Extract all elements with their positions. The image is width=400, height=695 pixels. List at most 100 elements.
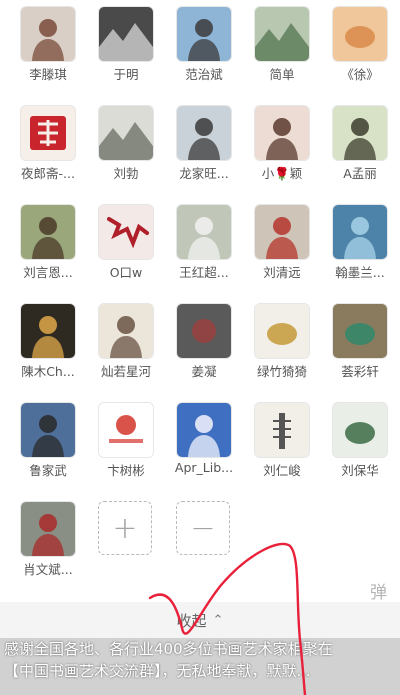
avatar[interactable] [98,105,154,161]
avatar[interactable] [254,204,310,260]
member-name: 陳木Ch... [21,364,75,379]
member-item[interactable]: 刘保华 [332,402,388,478]
remove-member-button-cell: − [176,501,232,557]
member-name: 刘保华 [341,463,379,478]
member-name: 小🌹颖 [261,166,303,181]
add-member-button[interactable]: + [98,501,152,555]
member-item[interactable]: Apr_Lib... [175,402,233,475]
minus-icon: − [190,510,216,546]
member-name: 绿竹猗猗 [256,364,307,379]
red-maple-leaves-icon [99,205,153,259]
avatar[interactable] [20,303,76,359]
member-item[interactable]: 翰墨兰... [332,204,388,280]
member-name: A孟丽 [343,166,377,181]
red-seal-calligraphy-icon [21,106,75,160]
avatar[interactable] [20,6,76,62]
avatar[interactable] [176,204,232,260]
member-item[interactable]: 姜凝 [176,303,232,379]
member-name: 鲁家武 [29,463,67,478]
avatar[interactable] [332,6,388,62]
member-name: 刘仁峻 [263,463,301,478]
member-item[interactable]: 于明 [98,6,154,82]
member-item[interactable]: 简单 [254,6,310,82]
member-item[interactable]: 刘勃 [98,105,154,181]
avatar[interactable] [254,303,310,359]
remove-member-button[interactable]: − [176,501,230,555]
avatar[interactable] [332,105,388,161]
member-name: O口w [109,265,143,280]
member-item[interactable]: 王红超... [176,204,232,280]
member-item[interactable]: 陳木Ch... [20,303,76,379]
member-name: 刘言恩... [23,265,73,280]
member-name: 于明 [113,67,139,82]
avatar[interactable] [98,402,154,458]
member-name: 刘清远 [263,265,301,280]
caption-line-1: 感谢全国各地、各行业400多位书画艺术家相聚在 [4,640,333,658]
avatar[interactable] [20,105,76,161]
subtitle-caption: 感谢全国各地、各行业400多位书画艺术家相聚在 【中国书画艺术交流群】，无私地奉… [0,638,400,695]
group-members-screen: 李滕琪 于明 范治斌 简单 《徐》夜郎斋-... 刘勃 龙家旺... 小🌹颖 A孟丽刘言恩...… [0,0,400,695]
avatar[interactable] [176,402,232,458]
member-item[interactable]: 灿若星河 [98,303,154,379]
avatar[interactable] [176,6,232,62]
portrait-man-outdoor-icon [177,7,231,61]
member-item[interactable]: 荟彩轩 [332,303,388,379]
member-item[interactable]: 鲁家武 [20,402,76,478]
avatar[interactable] [98,204,154,260]
jade-stone-icon [333,304,387,358]
member-item[interactable]: O口w [98,204,154,280]
member-item[interactable]: 卞树彬 [98,402,154,478]
avatar[interactable] [332,402,388,458]
avatar[interactable] [254,6,310,62]
member-name: 卞树彬 [107,463,145,478]
avatar[interactable] [254,105,310,161]
member-name: 夜郎斋-... [21,166,75,181]
chevron-up-icon: ⌃ [212,612,224,628]
member-item[interactable]: 范治斌 [176,6,232,82]
avatar[interactable] [98,303,154,359]
avatar[interactable] [332,204,388,260]
member-name: 翰墨兰... [335,265,385,280]
portrait-woman-outdoor-icon [333,106,387,160]
member-item[interactable]: 龙家旺... [176,105,232,181]
member-item[interactable]: 刘言恩... [20,204,76,280]
portrait-woman-outdoor-icon [21,205,75,259]
man-painting-desk-icon [21,403,75,457]
member-item[interactable]: 夜郎斋-... [20,105,76,181]
portrait-woman-icon [255,106,309,160]
member-name: 李滕琪 [29,67,67,82]
avatar[interactable] [176,105,232,161]
member-name: 荟彩轩 [341,364,379,379]
avatar[interactable] [98,6,154,62]
member-name: 肖文斌... [23,562,73,577]
side-danmaku-label[interactable]: 弹 [370,578,387,603]
avatar[interactable] [20,204,76,260]
portrait-man-glasses-icon [177,106,231,160]
member-item[interactable]: 《徐》 [332,6,388,82]
portrait-blue-hair-icon [333,205,387,259]
member-item[interactable]: 小🌹颖 [254,105,310,181]
caption-line-2: 【中国书画艺术交流群】，无私地奉献，默默... [4,662,311,680]
sunset-heart-icon [333,7,387,61]
member-item[interactable]: A孟丽 [332,105,388,181]
member-name: 刘勃 [113,166,139,181]
lotus-ink-painting-icon [333,403,387,457]
member-item[interactable]: 肖文斌... [20,501,76,577]
bw-landscape-photo-icon [99,7,153,61]
member-item[interactable]: 绿竹猗猗 [254,303,310,379]
avatar[interactable] [254,402,310,458]
member-name: 龙家旺... [179,166,229,181]
member-name: 简单 [269,67,295,82]
portrait-woman-flowers-icon [177,205,231,259]
member-item[interactable]: 李滕琪 [20,6,76,82]
avatar[interactable] [176,303,232,359]
member-item[interactable]: 刘清远 [254,204,310,280]
portrait-man-outdoor-icon [21,502,75,556]
collapse-button[interactable]: 收起 ⌃ [0,602,400,638]
member-item[interactable]: 刘仁峻 [254,402,310,478]
member-name: Apr_Lib... [174,460,234,475]
avatar[interactable] [20,501,76,557]
member-name: 姜凝 [191,364,217,379]
avatar[interactable] [20,402,76,458]
avatar[interactable] [332,303,388,359]
